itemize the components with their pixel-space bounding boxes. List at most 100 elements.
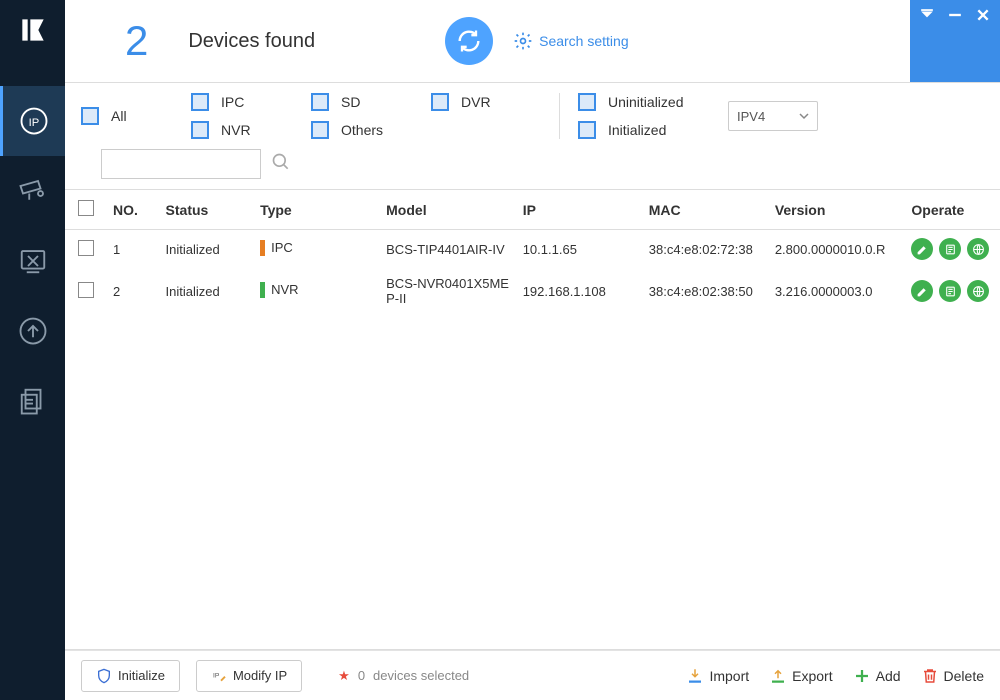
cell-mac: 38:c4:e8:02:38:50	[643, 268, 769, 314]
filter-others-label: Others	[341, 122, 383, 138]
delete-button[interactable]: Delete	[921, 667, 984, 685]
filter-sd-label: SD	[341, 94, 360, 110]
filter-ipc-checkbox[interactable]	[191, 93, 209, 111]
cell-type: NVR	[254, 268, 380, 314]
filter-init-label: Initialized	[608, 122, 666, 138]
web-button[interactable]	[967, 238, 989, 260]
search-input[interactable]	[108, 150, 254, 178]
filter-uninit-label: Uninitialized	[608, 94, 683, 110]
refresh-button[interactable]	[445, 17, 493, 65]
device-table: NO. Status Type Model IP MAC Version Ope…	[65, 190, 1000, 650]
filter-nvr-checkbox[interactable]	[191, 121, 209, 139]
page-title: Devices found	[188, 30, 315, 53]
cell-ip: 192.168.1.108	[517, 268, 643, 314]
table-row[interactable]: 2InitializedNVRBCS-NVR0401X5MEP-II192.16…	[65, 268, 1000, 314]
import-button[interactable]: Import	[686, 667, 749, 685]
menu-button[interactable]	[920, 8, 934, 22]
details-button[interactable]	[939, 280, 961, 302]
col-type[interactable]: Type	[254, 190, 380, 230]
sidebar-item-ip[interactable]: IP	[0, 86, 65, 156]
ip-version-value: IPV4	[737, 109, 765, 124]
selected-count: 0	[358, 668, 365, 683]
filter-all-checkbox[interactable]	[81, 107, 99, 125]
cell-status: Initialized	[160, 230, 255, 269]
gear-icon	[513, 31, 533, 51]
modify-ip-label: Modify IP	[233, 668, 287, 683]
search-setting-label: Search setting	[539, 33, 629, 49]
initialize-button[interactable]: Initialize	[81, 660, 180, 692]
svg-text:IP: IP	[29, 117, 40, 129]
sidebar-item-files[interactable]	[0, 366, 65, 436]
edit-button[interactable]	[911, 280, 933, 302]
col-status[interactable]: Status	[160, 190, 255, 230]
web-button[interactable]	[967, 280, 989, 302]
sidebar-item-camera[interactable]	[0, 156, 65, 226]
trash-icon	[921, 667, 939, 685]
export-icon	[769, 667, 787, 685]
ip-edit-icon: IP	[211, 668, 227, 684]
col-operate: Operate	[905, 190, 1000, 230]
star-icon: ★	[338, 668, 350, 684]
chevron-down-icon	[799, 111, 809, 121]
export-label: Export	[792, 668, 832, 684]
details-button[interactable]	[939, 238, 961, 260]
col-model[interactable]: Model	[380, 190, 517, 230]
add-button[interactable]: Add	[853, 667, 901, 685]
divider	[559, 93, 560, 139]
header: 2 Devices found Search setting	[65, 0, 1000, 82]
filter-dvr-checkbox[interactable]	[431, 93, 449, 111]
filter-bar: All IPC SD DVR NVR Others X Uninitialize…	[65, 82, 1000, 190]
selection-info: ★ 0 devices selected	[338, 668, 469, 684]
col-mac[interactable]: MAC	[643, 190, 769, 230]
refresh-icon	[455, 27, 483, 55]
main: 2 Devices found Search setting All	[65, 0, 1000, 700]
search-icon[interactable]	[271, 152, 291, 177]
titlebar	[910, 0, 1000, 82]
col-version[interactable]: Version	[769, 190, 906, 230]
sidebar: IP	[0, 0, 65, 700]
search-setting-link[interactable]: Search setting	[513, 31, 629, 51]
cell-model: BCS-TIP4401AIR-IV	[380, 230, 517, 269]
device-count: 2	[125, 17, 148, 65]
svg-text:IP: IP	[213, 672, 220, 679]
sidebar-item-upgrade[interactable]	[0, 296, 65, 366]
delete-label: Delete	[944, 668, 984, 684]
add-label: Add	[876, 668, 901, 684]
export-button[interactable]: Export	[769, 667, 832, 685]
filter-init-checkbox[interactable]	[578, 121, 596, 139]
cell-ip: 10.1.1.65	[517, 230, 643, 269]
filter-sd-checkbox[interactable]	[311, 93, 329, 111]
cell-version: 3.216.0000003.0	[769, 268, 906, 314]
cell-type: IPC	[254, 230, 380, 269]
filter-uninit-checkbox[interactable]	[578, 93, 596, 111]
sidebar-item-tools[interactable]	[0, 226, 65, 296]
cell-no: 1	[107, 230, 160, 269]
modify-ip-button[interactable]: IP Modify IP	[196, 660, 302, 692]
import-label: Import	[709, 668, 749, 684]
col-ip[interactable]: IP	[517, 190, 643, 230]
filter-nvr-label: NVR	[221, 122, 251, 138]
filter-ipc-label: IPC	[221, 94, 244, 110]
plus-icon	[853, 667, 871, 685]
cell-no: 2	[107, 268, 160, 314]
filter-dvr-label: DVR	[461, 94, 491, 110]
filter-others-checkbox[interactable]	[311, 121, 329, 139]
close-button[interactable]	[976, 8, 990, 22]
footer: Initialize IP Modify IP ★ 0 devices sele…	[65, 650, 1000, 700]
search-box	[101, 149, 261, 179]
edit-button[interactable]	[911, 238, 933, 260]
app-logo	[17, 14, 49, 46]
row-checkbox[interactable]	[78, 282, 94, 298]
shield-icon	[96, 668, 112, 684]
col-no[interactable]: NO.	[107, 190, 160, 230]
cell-status: Initialized	[160, 268, 255, 314]
initialize-label: Initialize	[118, 668, 165, 683]
import-icon	[686, 667, 704, 685]
table-row[interactable]: 1InitializedIPCBCS-TIP4401AIR-IV10.1.1.6…	[65, 230, 1000, 269]
minimize-button[interactable]	[948, 8, 962, 22]
cell-version: 2.800.0000010.0.R	[769, 230, 906, 269]
table-header: NO. Status Type Model IP MAC Version Ope…	[65, 190, 1000, 230]
select-all-checkbox[interactable]	[78, 200, 94, 216]
row-checkbox[interactable]	[78, 240, 94, 256]
ip-version-select[interactable]: IPV4	[728, 101, 818, 131]
